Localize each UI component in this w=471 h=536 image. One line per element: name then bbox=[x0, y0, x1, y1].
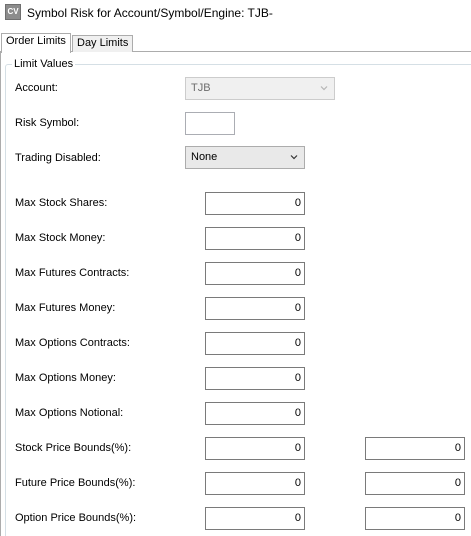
tab-day-limits[interactable]: Day Limits bbox=[72, 35, 133, 52]
max-futures-money-input[interactable]: 0 bbox=[205, 297, 305, 320]
window-title: Symbol Risk for Account/Symbol/Engine: T… bbox=[27, 6, 273, 20]
trading-disabled-dropdown[interactable]: None bbox=[185, 146, 305, 169]
title-bar: CV Symbol Risk for Account/Symbol/Engine… bbox=[0, 0, 471, 28]
max-options-contracts-input[interactable]: 0 bbox=[205, 332, 305, 355]
stock-price-bounds-label: Stock Price Bounds(%): bbox=[15, 442, 132, 454]
future-price-bounds-upper-input[interactable]: 0 bbox=[365, 472, 465, 495]
max-options-notional-input[interactable]: 0 bbox=[205, 402, 305, 425]
tab-order-limits[interactable]: Order Limits bbox=[1, 33, 71, 53]
max-options-money-label: Max Options Money: bbox=[15, 372, 116, 384]
stock-price-bounds-upper-input[interactable]: 0 bbox=[365, 437, 465, 460]
option-price-bounds-upper-input[interactable]: 0 bbox=[365, 507, 465, 530]
future-price-bounds-label: Future Price Bounds(%): bbox=[15, 477, 136, 489]
option-price-bounds-label: Option Price Bounds(%): bbox=[15, 512, 137, 524]
max-stock-money-label: Max Stock Money: bbox=[15, 232, 106, 244]
max-options-contracts-label: Max Options Contracts: bbox=[15, 337, 130, 349]
max-options-notional-label: Max Options Notional: bbox=[15, 407, 124, 419]
max-futures-contracts-input[interactable]: 0 bbox=[205, 262, 305, 285]
trading-disabled-value: None bbox=[191, 151, 218, 163]
option-price-bounds-lower-input[interactable]: 0 bbox=[205, 507, 305, 530]
max-stock-shares-input[interactable]: 0 bbox=[205, 192, 305, 215]
chevron-down-icon bbox=[290, 153, 298, 161]
max-futures-contracts-label: Max Futures Contracts: bbox=[15, 267, 130, 279]
trading-disabled-label: Trading Disabled: bbox=[15, 152, 101, 164]
account-dropdown: TJB bbox=[185, 77, 335, 100]
chevron-down-icon bbox=[320, 84, 328, 92]
app-icon: CV bbox=[5, 4, 21, 20]
max-options-money-input[interactable]: 0 bbox=[205, 367, 305, 390]
account-value: TJB bbox=[191, 82, 211, 94]
group-legend: Limit Values bbox=[12, 58, 76, 70]
risk-symbol-label: Risk Symbol: bbox=[15, 117, 80, 129]
max-stock-shares-label: Max Stock Shares: bbox=[15, 197, 108, 209]
tab-strip: Order Limits Day Limits bbox=[0, 33, 471, 53]
stock-price-bounds-lower-input[interactable]: 0 bbox=[205, 437, 305, 460]
risk-symbol-input[interactable] bbox=[185, 112, 235, 135]
future-price-bounds-lower-input[interactable]: 0 bbox=[205, 472, 305, 495]
max-futures-money-label: Max Futures Money: bbox=[15, 302, 116, 314]
account-label: Account: bbox=[15, 82, 58, 94]
max-stock-money-input[interactable]: 0 bbox=[205, 227, 305, 250]
